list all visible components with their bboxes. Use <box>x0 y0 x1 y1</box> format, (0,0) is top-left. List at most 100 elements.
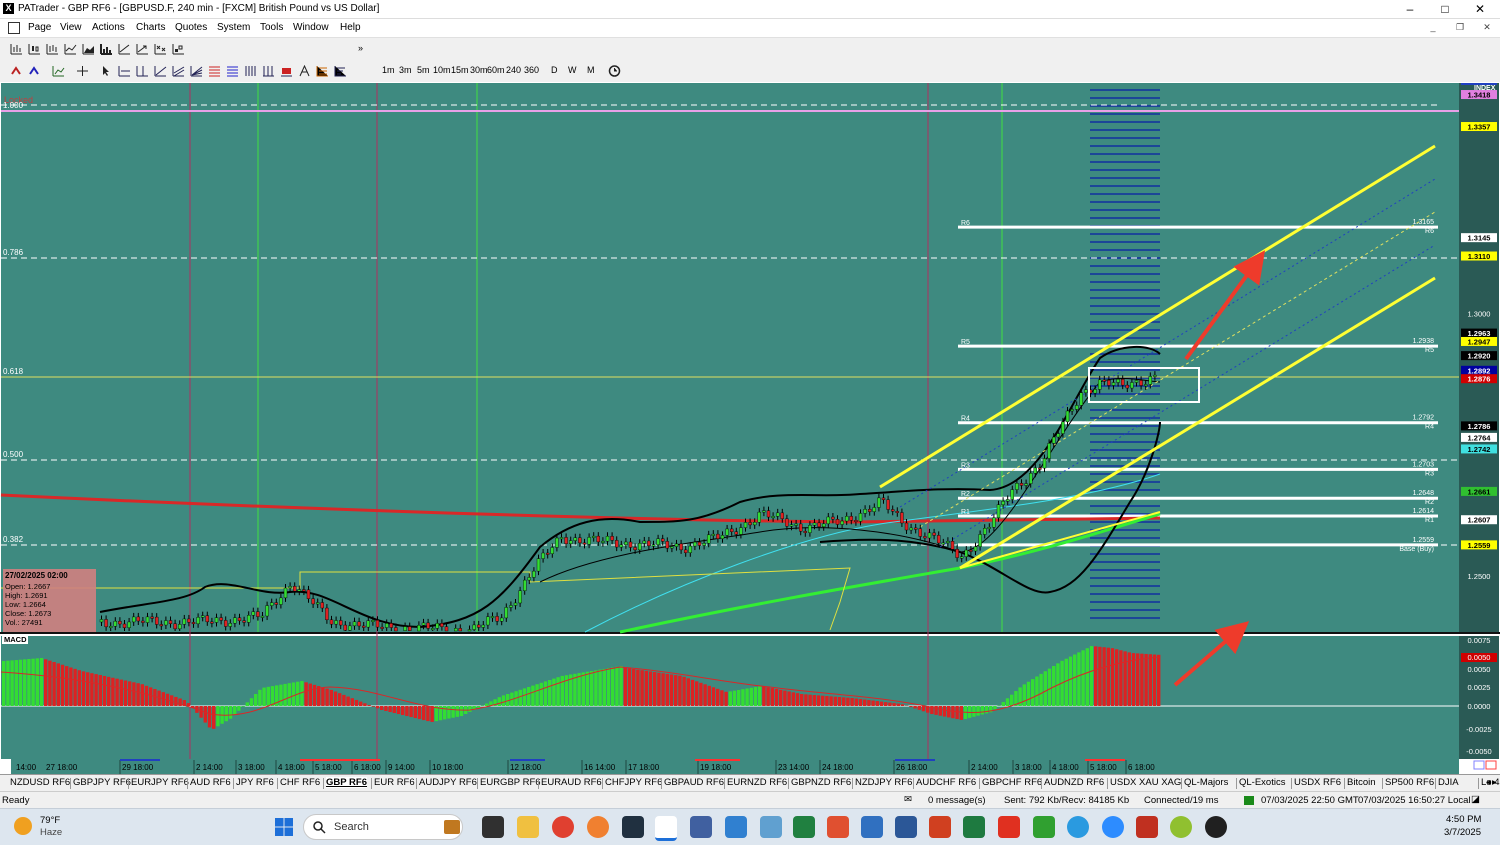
timeframe-d-button[interactable]: D <box>551 65 558 75</box>
media-player-icon[interactable] <box>1205 816 1227 838</box>
mdi-close-button[interactable]: ✕ <box>1479 22 1495 34</box>
symbol-tab-sp500-rf6[interactable]: SP500 RF6 <box>1385 777 1434 788</box>
line-chart-icon[interactable] <box>64 43 77 55</box>
symbol-tab-gbpchf-rf6[interactable]: GBPCHF RF6 <box>982 777 1042 788</box>
calculator-icon[interactable] <box>690 816 712 838</box>
tab-scroll-left-icon[interactable]: ◂ <box>1486 777 1491 788</box>
symbol-tab-gbpnzd-rf6[interactable]: GBPNZD RF6 <box>791 777 851 788</box>
timeframe-30m-button[interactable]: 30m <box>470 65 488 75</box>
channel-icon[interactable] <box>172 65 185 77</box>
scroll-button-left[interactable] <box>1474 761 1484 769</box>
word-icon[interactable] <box>895 816 917 838</box>
symbol-tab-audchf-rf6[interactable]: AUDCHF RF6 <box>916 777 976 788</box>
menu-window[interactable]: Window <box>293 22 329 33</box>
symbol-tab-djia[interactable]: DJIA <box>1438 777 1459 788</box>
fib-fan-icon[interactable] <box>190 65 203 77</box>
task-view-icon[interactable] <box>482 816 504 838</box>
maximize-button[interactable]: □ <box>1430 1 1460 17</box>
symbol-tab-gbpaud-rf6[interactable]: GBPAUD RF6 <box>664 777 724 788</box>
app-lightgreen-icon[interactable] <box>1033 816 1055 838</box>
trend-arrow-icon[interactable] <box>136 43 149 55</box>
scroll-button-right[interactable] <box>1486 761 1496 769</box>
timeframe-240-button[interactable]: 240 <box>506 65 521 75</box>
symbol-tab-eurgbp-rf6[interactable]: EURGBP RF6 <box>480 777 541 788</box>
rectangle-tool-icon[interactable] <box>280 65 293 77</box>
timeframe-m-button[interactable]: M <box>587 65 595 75</box>
menu-tools[interactable]: Tools <box>260 22 283 33</box>
symbol-tab-chf-rf6[interactable]: CHF RF6 <box>280 777 320 788</box>
zoom-out-icon[interactable] <box>28 65 41 77</box>
taskbar-search-input[interactable]: Search <box>303 814 463 840</box>
clock-icon[interactable] <box>608 65 621 77</box>
symbol-tab-usdx-xau-xag[interactable]: USDX XAU XAG <box>1110 777 1181 788</box>
symbol-tab-jpy-rf6[interactable]: JPY RF6 <box>236 777 274 788</box>
price-chart[interactable]: Locked 1.0000.7860.6180.5000.382 R6R61.3… <box>0 82 1500 774</box>
mdi-restore-button[interactable]: ❐ <box>1452 22 1468 34</box>
pointer-icon[interactable] <box>100 65 113 77</box>
symbol-tab-nzdjpy-rf6[interactable]: NZDJPY RF6 <box>855 777 912 788</box>
symbol-tab-nzdusd-rf6[interactable]: NZDUSD RF6 <box>10 777 70 788</box>
symbol-tab-eurnzd-rf6[interactable]: EURNZD RF6 <box>727 777 787 788</box>
zoom-icon[interactable] <box>1102 816 1124 838</box>
symbol-tab-gbp-rf6[interactable]: GBP RF6 <box>326 777 367 788</box>
app-s-blue-icon[interactable] <box>861 816 883 838</box>
histogram-icon[interactable] <box>100 43 113 55</box>
bar-chart-icon[interactable] <box>10 43 23 55</box>
telegram-icon[interactable] <box>1067 816 1089 838</box>
timeframe-360-button[interactable]: 360 <box>524 65 539 75</box>
page-icon[interactable] <box>8 22 20 34</box>
menu-page[interactable]: Page <box>28 22 51 33</box>
timeframe-60m-button[interactable]: 60m <box>487 65 505 75</box>
menu-help[interactable]: Help <box>340 22 361 33</box>
timeframe-3m-button[interactable]: 3m <box>399 65 412 75</box>
gann-grid-icon[interactable] <box>244 65 257 77</box>
text-tool-icon[interactable] <box>298 65 311 77</box>
menu-actions[interactable]: Actions <box>92 22 125 33</box>
zoom-in-icon[interactable] <box>10 65 23 77</box>
menu-view[interactable]: View <box>60 22 82 33</box>
symbol-tab-euraud-rf6[interactable]: EURAUD RF6 <box>541 777 602 788</box>
symbol-tab-eurjpy-rf6[interactable]: EURJPY RF6 <box>131 777 189 788</box>
trendline-icon[interactable] <box>154 65 167 77</box>
minimize-button[interactable]: – <box>1395 1 1425 17</box>
symbol-tab-audjpy-rf6[interactable]: AUDJPY RF6 <box>419 777 477 788</box>
patrader-taskbar-icon[interactable] <box>655 816 677 841</box>
mail-icon[interactable]: ✉ <box>904 794 912 805</box>
app-red-icon[interactable] <box>998 816 1020 838</box>
menu-system[interactable]: System <box>217 22 250 33</box>
app-green-icon[interactable] <box>793 816 815 838</box>
symbol-tab-gbpjpy-rf6[interactable]: GBPJPY RF6 <box>73 777 131 788</box>
cycle-lines-icon[interactable] <box>262 65 275 77</box>
fib-extension-icon[interactable] <box>226 65 239 77</box>
mdi-minimize-button[interactable]: _ <box>1425 22 1441 34</box>
ohlc-chart-icon[interactable] <box>46 43 59 55</box>
resize-grip-icon[interactable]: ◪ <box>1471 794 1480 805</box>
menu-quotes[interactable]: Quotes <box>175 22 207 33</box>
symbol-tab-aud-rf6[interactable]: AUD RF6 <box>190 777 231 788</box>
fib-retracement-icon[interactable] <box>208 65 221 77</box>
renko-icon[interactable] <box>172 43 185 55</box>
timeframe-15m-button[interactable]: 15m <box>451 65 469 75</box>
point-figure-icon[interactable] <box>154 43 167 55</box>
horizontal-line-icon[interactable] <box>118 65 131 77</box>
symbol-tab-audnzd-rf6[interactable]: AUDNZD RF6 <box>1044 777 1104 788</box>
toolbar-overflow-icon[interactable]: » <box>358 43 363 53</box>
tab-scroll-right-icon[interactable]: ▸ <box>1492 777 1497 788</box>
candle-chart-icon[interactable] <box>28 43 41 55</box>
app-s-red-icon[interactable] <box>827 816 849 838</box>
vertical-line-icon[interactable] <box>136 65 149 77</box>
app-case-icon[interactable] <box>1136 816 1158 838</box>
area-chart-icon[interactable] <box>82 43 95 55</box>
timeframe-5m-button[interactable]: 5m <box>417 65 430 75</box>
menu-charts[interactable]: Charts <box>136 22 165 33</box>
chrome-icon[interactable] <box>552 816 574 838</box>
notepad-icon[interactable] <box>725 816 747 838</box>
indicator-icon[interactable] <box>52 65 65 77</box>
file-explorer-icon[interactable] <box>517 816 539 838</box>
symbol-tab-chfjpy-rf6[interactable]: CHFJPY RF6 <box>605 777 662 788</box>
symbol-tab-eur-rf6[interactable]: EUR RF6 <box>374 777 415 788</box>
weather-icon[interactable] <box>14 817 32 835</box>
trend-up-icon[interactable] <box>118 43 131 55</box>
app-ic-icon[interactable] <box>622 816 644 838</box>
timeframe-1m-button[interactable]: 1m <box>382 65 395 75</box>
